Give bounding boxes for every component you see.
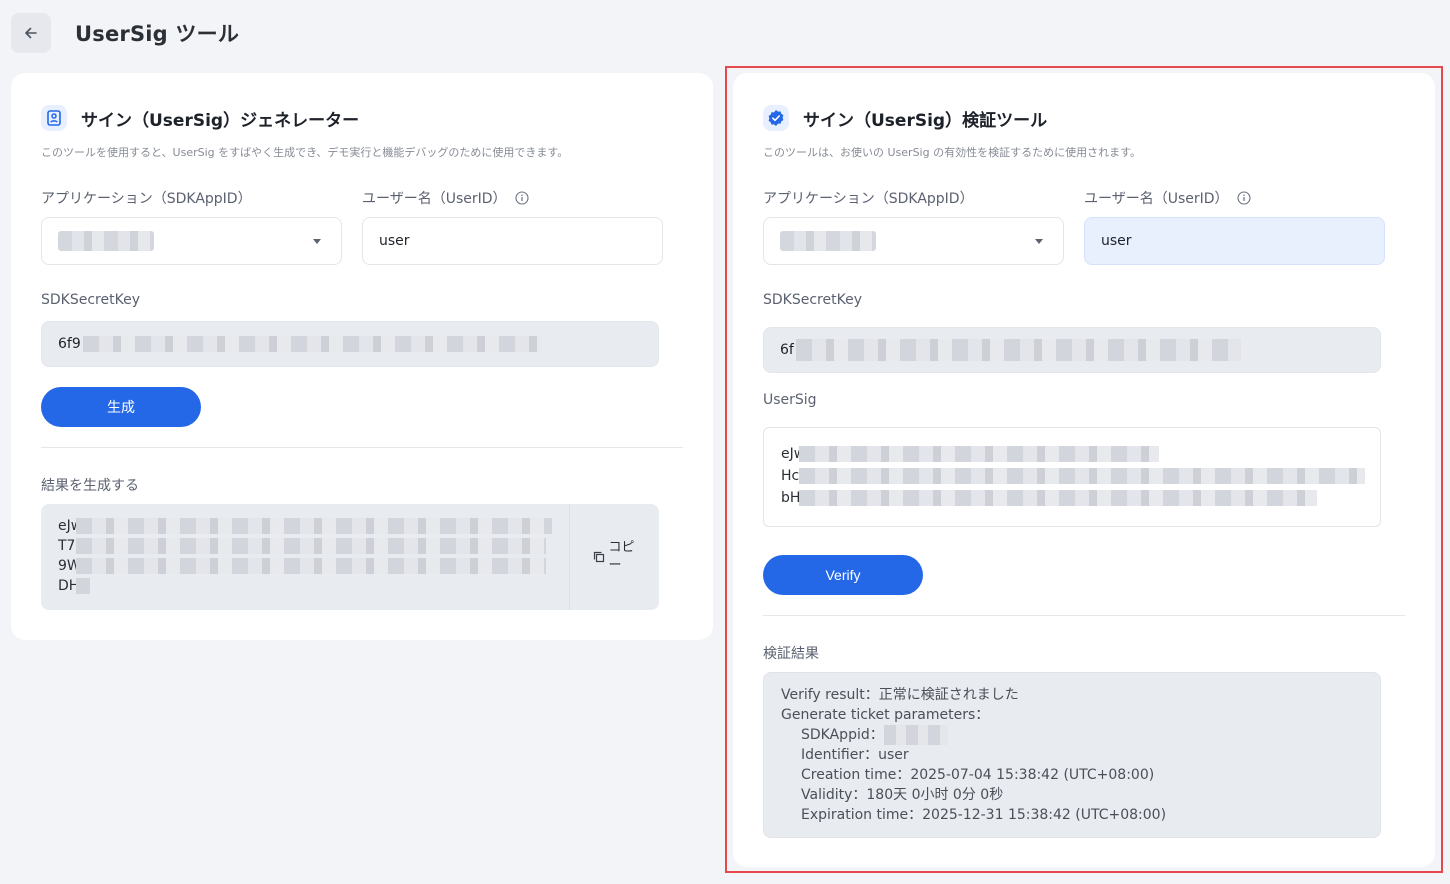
- user-id-input[interactable]: user: [1084, 217, 1385, 265]
- user-badge-icon: [41, 105, 67, 131]
- secret-key-field[interactable]: 6f9: [41, 321, 659, 367]
- user-id-value: user: [379, 233, 410, 249]
- usersig-line: eJw: [781, 443, 1365, 465]
- divider: [41, 447, 683, 448]
- creation-time-line: Creation time：2025-07-04 15:38:42 (UTC+0…: [801, 767, 1155, 783]
- top-bar: UserSig ツール: [11, 13, 239, 53]
- user-label: ユーザー名（UserID）: [1084, 188, 1251, 208]
- usersig-line: bH: [781, 487, 1365, 509]
- verify-result-box: Verify result：正常に検証されました Generate ticket…: [763, 672, 1381, 838]
- usersig-textarea[interactable]: eJw Hc bH: [763, 427, 1381, 527]
- info-icon[interactable]: [1236, 191, 1251, 205]
- sdkappid-redacted: [883, 725, 948, 745]
- verifier-description: このツールは、お使いの UserSig の有効性を検証するために使用されます。: [763, 146, 1141, 159]
- app-label: アプリケーション（SDKAppID）: [41, 191, 252, 207]
- info-icon[interactable]: [514, 191, 529, 205]
- sdkappid-label: SDKAppid：: [801, 727, 884, 743]
- expiration-time-line: Expiration time：2025-12-31 15:38:42 (UTC…: [801, 807, 1167, 823]
- ticket-params-heading: Generate ticket parameters：: [781, 707, 990, 723]
- verify-result-label: 検証結果: [763, 646, 819, 662]
- verify-result-text[interactable]: Verify result：正常に検証されました Generate ticket…: [781, 685, 1166, 825]
- user-label-text: ユーザー名（UserID）: [362, 191, 507, 207]
- divider: [763, 615, 1405, 616]
- verifier-card: サイン（UserSig）検証ツール このツールは、お使いの UserSig の有…: [733, 73, 1435, 867]
- usersig-line: Hc: [781, 465, 1365, 487]
- verify-button[interactable]: Verify: [763, 555, 923, 595]
- generator-description: このツールを使用すると、UserSig をすばやく生成でき、デモ実行と機能デバッ…: [41, 146, 569, 159]
- verify-result-line: Verify result：正常に検証されました: [781, 687, 1019, 703]
- result-line: T7x: [58, 536, 552, 556]
- identifier-line: Identifier：user: [801, 747, 909, 763]
- app-label: アプリケーション（SDKAppID）: [763, 191, 974, 207]
- copy-button[interactable]: コピー: [569, 504, 659, 610]
- generator-card: サイン（UserSig）ジェネレーター このツールを使用すると、UserSig …: [11, 73, 713, 640]
- secret-key-field[interactable]: 6f: [763, 327, 1381, 373]
- user-label: ユーザー名（UserID）: [362, 188, 529, 208]
- user-id-value: user: [1101, 233, 1132, 249]
- chevron-down-icon: [1035, 239, 1043, 244]
- app-select[interactable]: [41, 217, 342, 265]
- page-title: UserSig ツール: [75, 22, 240, 46]
- secret-key-redacted: [82, 336, 541, 352]
- secret-key-prefix: 6f: [780, 342, 794, 358]
- generate-button[interactable]: 生成: [41, 387, 201, 427]
- app-id-redacted: [780, 231, 876, 251]
- secret-key-prefix: 6f9: [58, 336, 81, 352]
- result-line: eJw: [58, 516, 552, 536]
- result-box: eJw T7x 9W DH コピー: [41, 504, 659, 610]
- app-id-redacted: [58, 231, 154, 251]
- result-line: 9W: [58, 556, 552, 576]
- user-id-input[interactable]: user: [362, 217, 663, 265]
- verified-badge-icon: [763, 105, 789, 131]
- secret-label: SDKSecretKey: [41, 292, 140, 308]
- copy-label: コピー: [608, 540, 635, 573]
- verifier-title: サイン（UserSig）検証ツール: [803, 110, 1048, 131]
- app-select[interactable]: [763, 217, 1064, 265]
- secret-label: SDKSecretKey: [763, 292, 862, 308]
- usersig-label: UserSig: [763, 392, 817, 408]
- copy-icon: [593, 551, 604, 563]
- result-text[interactable]: eJw T7x 9W DH: [58, 516, 552, 596]
- sdkappid-line: SDKAppid：: [781, 725, 1166, 745]
- secret-key-redacted: [795, 339, 1241, 361]
- result-label: 結果を生成する: [41, 478, 139, 494]
- back-button[interactable]: [11, 13, 51, 53]
- arrow-left-icon: [25, 27, 37, 39]
- validity-line: Validity：180天 0小时 0分 0秒: [801, 787, 1004, 803]
- generator-title: サイン（UserSig）ジェネレーター: [81, 110, 360, 131]
- result-line: DH: [58, 576, 552, 596]
- chevron-down-icon: [313, 239, 321, 244]
- user-label-text: ユーザー名（UserID）: [1084, 191, 1229, 207]
